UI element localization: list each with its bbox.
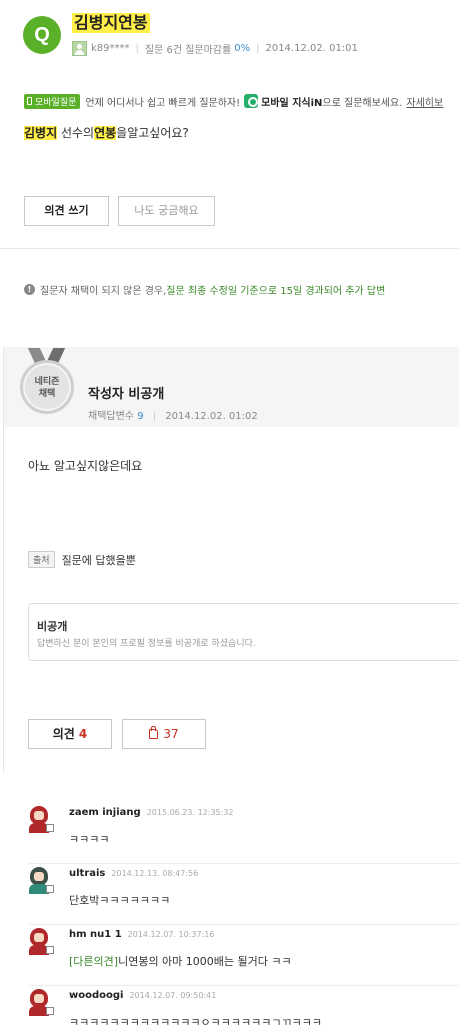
question-meta: k89**** | 질문 6건 질문마감률 0% | 2014.12.02. 0… (72, 40, 358, 56)
comment-item: woodoogi 2014.12.07. 09:50:41 ㅋㅋㅋㅋㅋㅋㅋㅋㅋㅋㅋ… (0, 989, 459, 1034)
answer-text: 아뇨 알고싶지않은데요 (28, 459, 143, 473)
question-title: 김병지연봉 (72, 13, 150, 33)
comment-username[interactable]: hm nu1 1 (69, 929, 122, 940)
comment-body: ㅋㅋㅋㅋㅋㅋㅋㅋㅋㅋㅋㅋㅋㅇㅋㅋㅋㅋㅋㅋㄱㄲㅋㅋㅋ (69, 1016, 322, 1029)
highlight-keyword: 김병지 (24, 126, 58, 140)
mobile-tag-label: 모바일질문 (35, 97, 77, 108)
close-rate: 0% (234, 42, 251, 54)
comment-username[interactable]: woodoogi (69, 990, 123, 1001)
detail-link[interactable]: 자세히보 (406, 94, 443, 109)
lock-icon (46, 885, 54, 893)
question-header: Q 김병지연봉 k89**** | 질문 6건 질문마감률 0% | 2014.… (0, 0, 459, 72)
comment-text: ㅋㅋㅋㅋㅋㅋㅋㅋㅋㅋㅋㅋㅋㅇㅋㅋㅋㅋㅋㅋㄱㄲㅋㅋㅋ (69, 1014, 322, 1030)
lock-icon (46, 1007, 54, 1015)
question-badge-icon: Q (23, 16, 61, 54)
question-date: 2014.12.02. 01:01 (265, 42, 358, 54)
answer-source: 출처 질문에 답했을뿐 (28, 551, 136, 568)
comment-user: woodoogi 2014.12.07. 09:50:41 (69, 990, 216, 1001)
comment-date: 2014.12.13. 08:47:56 (111, 869, 199, 878)
source-text: 질문에 답했을뿐 (61, 553, 136, 567)
medal-line-2: 채택 (38, 389, 56, 399)
section-divider (0, 248, 459, 249)
comment-username[interactable]: zaem injiang (69, 807, 141, 818)
kin-app-icon (244, 94, 259, 108)
answer-date: 2014.12.02. 01:02 (165, 411, 258, 422)
body-text: 을알고싶어요? (116, 126, 189, 140)
notice-highlight: 질문 최종 수정일 기준으로 15일 경과되어 추가 답변 (166, 286, 386, 297)
private-description: 답변하신 분이 본인의 프로필 정보를 비공개로 하셨습니다. (37, 639, 256, 649)
medal-line-1: 네티즌 (34, 377, 60, 387)
answer-meta: 채택답변수 9 | 2014.12.02. 01:02 (88, 407, 258, 422)
thumbs-up-icon (149, 726, 159, 739)
meta-separator: | (152, 411, 157, 422)
me-too-curious-button[interactable]: 나도 궁금해요 (118, 196, 215, 226)
body-text: 선수의 (57, 126, 95, 140)
opinion-count: 4 (78, 727, 88, 741)
comment-divider (28, 985, 459, 986)
private-profile-box: 비공개 답변하신 분이 본인의 프로필 정보를 비공개로 하셨습니다. (28, 603, 459, 661)
meta-separator: | (256, 42, 260, 54)
commenter-avatar-icon (27, 989, 54, 1017)
commenter-avatar-icon (27, 928, 54, 956)
comment-divider (28, 863, 459, 864)
notice-text: 질문자 채택이 되지 않은 경우, (40, 286, 167, 297)
private-title: 비공개 (37, 620, 68, 633)
like-button[interactable]: 37 (122, 719, 206, 749)
user-avatar-icon (72, 40, 87, 56)
comment-item: zaem injiang 2015.06.23. 12:35:32 ㅋㅋㅋㅋ (0, 806, 459, 866)
mobile-promo-text: 언제 어디서나 쉽고 빠르게 질문하자! (85, 97, 241, 109)
comment-date: 2015.06.23. 12:35:32 (146, 808, 234, 817)
comment-username[interactable]: ultrais (69, 868, 105, 879)
netizen-adopted-medal-icon: 네티즌 채택 (20, 360, 74, 414)
question-body: 김병지 선수의연봉을알고싶어요? (24, 124, 189, 141)
comment-user: ultrais 2014.12.13. 08:47:56 (69, 868, 198, 879)
adoption-notice: ! 질문자 채택이 되지 않은 경우, 질문 최종 수정일 기준으로 15일 경… (24, 282, 385, 297)
commenter-avatar-icon (27, 806, 54, 834)
adopt-label: 채택답변수 (88, 411, 134, 422)
write-opinion-button[interactable]: 의견 쓰기 (24, 196, 109, 226)
comment-user: zaem injiang 2015.06.23. 12:35:32 (69, 807, 234, 818)
comment-text: [다른의견]니연봉의 아마 1000배는 될거다 ㅋㅋ (69, 953, 292, 969)
kin-app-name: 모바일 지식iN (261, 97, 323, 109)
comment-text: 단호박ㅋㅋㅋㅋㅋㅋㅋ (69, 892, 170, 908)
comment-text: ㅋㅋㅋㅋ (69, 831, 109, 847)
comment-date: 2014.12.07. 10:37:16 (127, 930, 215, 939)
highlight-keyword: 연봉 (94, 126, 117, 140)
info-icon: ! (24, 284, 35, 295)
like-count: 37 (163, 727, 179, 741)
mobile-question-tag: 모바일질문 (24, 93, 81, 109)
phone-icon (27, 97, 32, 105)
meta-separator: | (135, 42, 139, 54)
adopt-count: 9 (137, 411, 144, 422)
question-stats: 질문 6건 질문마감률 (144, 44, 232, 56)
lock-icon (46, 824, 54, 832)
comment-divider (28, 924, 459, 925)
mobile-banner: 모바일질문 언제 어디서나 쉽고 빠르게 질문하자! 모바일 지식iN 으로 질… (24, 93, 459, 109)
comment-item: ultrais 2014.12.13. 08:47:56 단호박ㅋㅋㅋㅋㅋㅋㅋ (0, 867, 459, 927)
comment-item: hm nu1 1 2014.12.07. 10:37:16 [다른의견]니연봉의 … (0, 928, 459, 988)
comment-body: ㅋㅋㅋㅋ (69, 833, 110, 846)
comment-body: 단호박ㅋㅋㅋㅋㅋㅋㅋ (69, 894, 171, 907)
answerer-name: 작성자 비공개 (88, 387, 165, 402)
opinion-label: 의견 (52, 727, 75, 741)
answer-opinion-button[interactable]: 의견 4 (28, 719, 112, 749)
answer-border (3, 347, 4, 772)
commenter-avatar-icon (27, 867, 54, 895)
kin-suffix: 으로 질문해보세요. (322, 97, 403, 109)
comment-body: 니연봉의 아마 1000배는 될거다 ㅋㅋ (118, 955, 292, 968)
lock-icon (46, 946, 54, 954)
question-author[interactable]: k89**** (91, 43, 130, 54)
comment-date: 2014.12.07. 09:50:41 (129, 991, 217, 1000)
source-tag: 출처 (28, 551, 55, 568)
comment-tag: [다른의견] (69, 955, 119, 968)
comment-user: hm nu1 1 2014.12.07. 10:37:16 (69, 929, 214, 940)
